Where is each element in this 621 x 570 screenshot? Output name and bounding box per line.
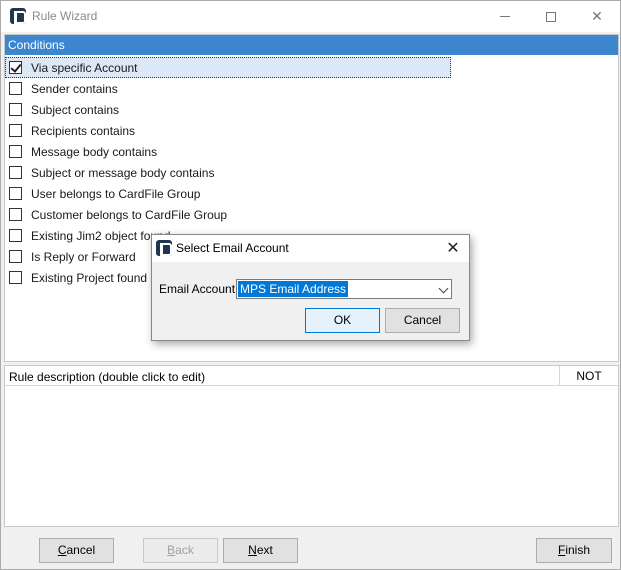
condition-label: Is Reply or Forward: [31, 249, 136, 264]
back-button[interactable]: Back: [143, 538, 218, 563]
condition-checkbox[interactable]: [9, 229, 22, 242]
condition-item[interactable]: Subject or message body contains: [5, 162, 451, 183]
chevron-down-icon[interactable]: [438, 283, 449, 294]
close-icon: ✕: [591, 8, 603, 24]
select-email-account-dialog: Select Email Account ✕ Email Account MPS…: [151, 234, 470, 341]
condition-item[interactable]: Sender contains: [5, 78, 451, 99]
minimize-icon: [500, 16, 510, 17]
title-bar: Rule Wizard ✕: [1, 1, 620, 32]
condition-label: Sender contains: [31, 81, 118, 96]
condition-item[interactable]: Message body contains: [5, 141, 451, 162]
finish-button[interactable]: Finish: [536, 538, 612, 563]
condition-checkbox[interactable]: [9, 271, 22, 284]
email-account-select[interactable]: MPS Email Address: [236, 279, 452, 299]
condition-checkbox[interactable]: [9, 103, 22, 116]
condition-label: Subject contains: [31, 102, 120, 117]
condition-label: Subject or message body contains: [31, 165, 215, 180]
condition-item[interactable]: Customer belongs to CardFile Group: [5, 204, 451, 225]
rule-description-column[interactable]: Rule description (double click to edit): [9, 370, 205, 384]
app-logo-icon: [10, 8, 26, 24]
condition-label: Customer belongs to CardFile Group: [31, 207, 228, 222]
condition-label: Existing Project found: [31, 270, 148, 285]
cancel-button[interactable]: Cancel: [39, 538, 114, 563]
not-column-header[interactable]: NOT: [559, 366, 618, 386]
condition-item[interactable]: Recipients contains: [5, 120, 451, 141]
condition-item[interactable]: Subject contains: [5, 99, 451, 120]
close-icon: ✕: [446, 240, 460, 257]
condition-label: Recipients contains: [31, 123, 136, 138]
condition-checkbox[interactable]: [9, 250, 22, 263]
close-button[interactable]: ✕: [574, 1, 620, 32]
dialog-cancel-button[interactable]: Cancel: [385, 308, 460, 333]
window-title: Rule Wizard: [32, 9, 98, 23]
condition-label: Existing Jim2 object found: [31, 228, 171, 243]
condition-checkbox[interactable]: [9, 82, 22, 95]
rule-description-panel[interactable]: Rule description (double click to edit) …: [4, 365, 619, 527]
dialog-app-logo-icon: [156, 240, 172, 256]
condition-checkbox[interactable]: [9, 61, 22, 74]
dialog-title: Select Email Account: [176, 241, 289, 255]
next-button[interactable]: Next: [223, 538, 298, 563]
maximize-button[interactable]: [528, 1, 574, 32]
email-account-label: Email Account: [159, 282, 236, 296]
dialog-title-bar: Select Email Account ✕: [152, 235, 469, 262]
email-account-value: MPS Email Address: [238, 281, 349, 297]
condition-checkbox[interactable]: [9, 166, 22, 179]
condition-label: Via specific Account: [31, 60, 138, 75]
conditions-header: Conditions: [5, 35, 618, 55]
condition-checkbox[interactable]: [9, 124, 22, 137]
rule-description-header: Rule description (double click to edit) …: [5, 366, 618, 386]
condition-checkbox[interactable]: [9, 208, 22, 221]
condition-item[interactable]: Via specific Account: [5, 57, 451, 78]
condition-label: User belongs to CardFile Group: [31, 186, 201, 201]
dialog-close-button[interactable]: ✕: [442, 238, 464, 260]
condition-checkbox[interactable]: [9, 187, 22, 200]
condition-item[interactable]: User belongs to CardFile Group: [5, 183, 451, 204]
minimize-button[interactable]: [482, 1, 528, 32]
condition-label: Message body contains: [31, 144, 158, 159]
ok-button[interactable]: OK: [305, 308, 380, 333]
condition-checkbox[interactable]: [9, 145, 22, 158]
maximize-icon: [546, 11, 556, 22]
